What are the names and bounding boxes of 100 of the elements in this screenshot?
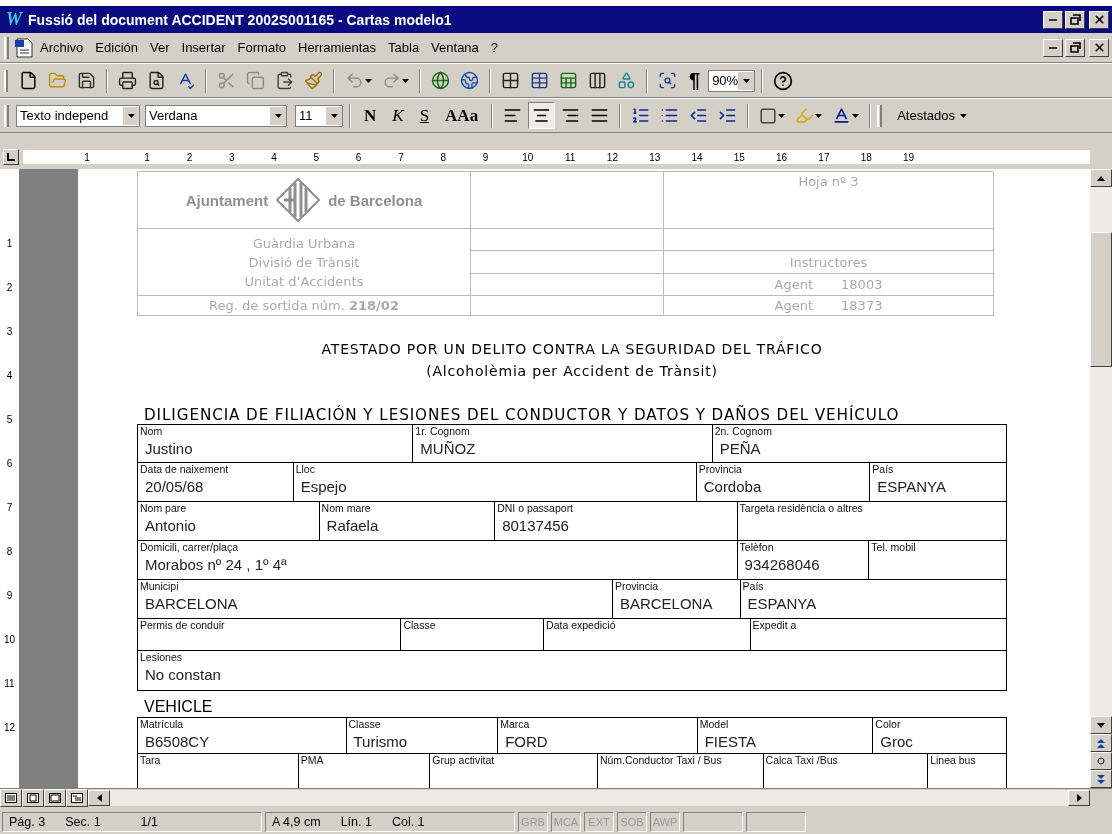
- columns-icon[interactable]: [588, 71, 607, 90]
- field-label: Municipi: [139, 580, 180, 592]
- caret-icon[interactable]: [127, 113, 135, 118]
- style-field[interactable]: Texto independ: [16, 104, 140, 127]
- restore-icon: [1069, 14, 1081, 25]
- document-heading: (Alcoholèmia per Accident de Trànsit): [426, 362, 718, 381]
- bulleted-list-icon[interactable]: [660, 106, 680, 125]
- caret-icon[interactable]: [742, 78, 750, 83]
- caret-icon[interactable]: [330, 113, 338, 118]
- scroll-down-button[interactable]: [1090, 716, 1112, 734]
- tab-stop-button[interactable]: [3, 149, 19, 165]
- font-field[interactable]: Verdana: [145, 104, 287, 127]
- caret-icon[interactable]: [960, 113, 967, 118]
- help-icon[interactable]: [773, 70, 794, 91]
- pilcrow-button[interactable]: ¶: [683, 69, 707, 92]
- scroll-up-button[interactable]: [1090, 169, 1112, 187]
- restore-button[interactable]: [1065, 10, 1085, 29]
- caps-button[interactable]: AAa: [438, 103, 486, 128]
- view-button[interactable]: [66, 788, 88, 807]
- field-label: Matrícula: [139, 718, 185, 730]
- scroll-left-button[interactable]: [88, 789, 110, 806]
- menu-item[interactable]: Tabla: [382, 38, 426, 57]
- menu-item[interactable]: Formato: [231, 38, 292, 57]
- file-icon[interactable]: [19, 71, 38, 90]
- menu-item[interactable]: Archivo: [34, 38, 90, 57]
- caret-icon[interactable]: [402, 78, 409, 83]
- previous-page-button[interactable]: [1090, 734, 1112, 752]
- document-heading: ATESTADO POR UN DELITO CONTRA LA SEGURIDAD DEL TRÁFICO: [321, 340, 823, 359]
- double-down-arrow-icon: [1097, 774, 1105, 784]
- caret-icon[interactable]: [815, 113, 823, 118]
- caret-icon[interactable]: [365, 78, 372, 83]
- minimize-button[interactable]: [1043, 38, 1063, 57]
- menu-item[interactable]: Herramientas: [292, 38, 383, 57]
- view-button[interactable]: [22, 788, 44, 807]
- clipboard-icon[interactable]: [275, 71, 294, 90]
- status-text: Lín. 1: [340, 814, 372, 829]
- printer-icon[interactable]: [118, 71, 137, 90]
- atestados-menu[interactable]: Atestados: [889, 104, 975, 127]
- menu-item[interactable]: ?: [484, 38, 505, 57]
- globe-icon[interactable]: [431, 71, 450, 90]
- section-title: VEHICLE: [143, 697, 214, 717]
- ruler-number: 3: [227, 151, 236, 163]
- align-center-button[interactable]: [528, 102, 556, 129]
- menu-item[interactable]: Ver: [144, 38, 176, 57]
- minimize-button[interactable]: [1043, 10, 1063, 29]
- horizontal-scrollbar[interactable]: [88, 789, 1090, 806]
- font-color-icon[interactable]: [832, 106, 852, 125]
- border-icon[interactable]: [759, 106, 778, 125]
- zoom-field[interactable]: 90%: [708, 69, 756, 92]
- toolbar-grip[interactable]: [4, 69, 8, 92]
- table-icon[interactable]: [530, 71, 549, 90]
- numbered-list-icon[interactable]: [631, 106, 651, 125]
- outdent-icon[interactable]: [689, 106, 709, 125]
- field-label: Tel. mobil: [870, 541, 917, 553]
- field-label: Provincia: [697, 463, 743, 475]
- restore-button[interactable]: [1065, 38, 1085, 57]
- caret-icon[interactable]: [274, 113, 282, 118]
- vertical-scrollbar[interactable]: [1090, 169, 1112, 788]
- caret-icon[interactable]: [852, 113, 860, 118]
- paintbrush-icon[interactable]: [304, 71, 323, 90]
- field-value: Turismo: [352, 732, 409, 750]
- underline-button[interactable]: S: [412, 103, 437, 128]
- scan-search-icon[interactable]: [658, 71, 677, 90]
- right-arrow-icon: [1076, 793, 1082, 802]
- globe-icon[interactable]: [460, 71, 479, 90]
- close-button[interactable]: [1089, 10, 1109, 29]
- field-label: Marca: [499, 718, 531, 730]
- view-button[interactable]: [44, 788, 66, 807]
- size-field[interactable]: 11: [295, 104, 343, 127]
- caret-icon[interactable]: [778, 113, 786, 118]
- page-magnifier-icon[interactable]: [147, 71, 166, 90]
- italic-button[interactable]: K: [385, 103, 411, 128]
- ruler[interactable]: 1 1 2 3 4 5 6 7 8 9 10 11 12 13 14 15 16 17 18 19: [23, 150, 1090, 164]
- field-label: Permis de conduir: [139, 619, 226, 631]
- up-arrow-icon: [1097, 175, 1105, 181]
- scroll-right-button[interactable]: [1068, 789, 1090, 806]
- menu-item[interactable]: Ventana: [425, 38, 485, 57]
- menu-item[interactable]: Edición: [89, 38, 144, 57]
- spreadsheet-icon[interactable]: [559, 71, 578, 90]
- toolbar-grip[interactable]: [4, 104, 9, 127]
- ruler-number: 2: [185, 151, 194, 163]
- menu-item[interactable]: Insertar: [175, 38, 232, 57]
- instructors-title: Instructores: [789, 253, 868, 272]
- web-view-icon: [27, 792, 39, 803]
- field-label: Lesiones: [139, 651, 184, 663]
- ruler-number: 15: [732, 151, 746, 163]
- toolbar-grip[interactable]: [4, 36, 9, 59]
- indent-icon[interactable]: [718, 106, 738, 125]
- ruler-number: 11: [563, 151, 577, 163]
- scroll-thumb[interactable]: [1090, 232, 1112, 367]
- left-arrow-icon: [96, 793, 102, 802]
- toolbar-grip[interactable]: [877, 104, 883, 127]
- shapes-icon[interactable]: [617, 71, 636, 90]
- grid-icon[interactable]: [501, 71, 520, 90]
- document-icon[interactable]: [14, 37, 34, 58]
- browse-object-button[interactable]: [1090, 752, 1112, 770]
- next-page-button[interactable]: [1090, 770, 1112, 788]
- view-button[interactable]: [0, 788, 22, 807]
- bold-button[interactable]: N: [357, 103, 384, 128]
- close-button[interactable]: [1089, 38, 1109, 57]
